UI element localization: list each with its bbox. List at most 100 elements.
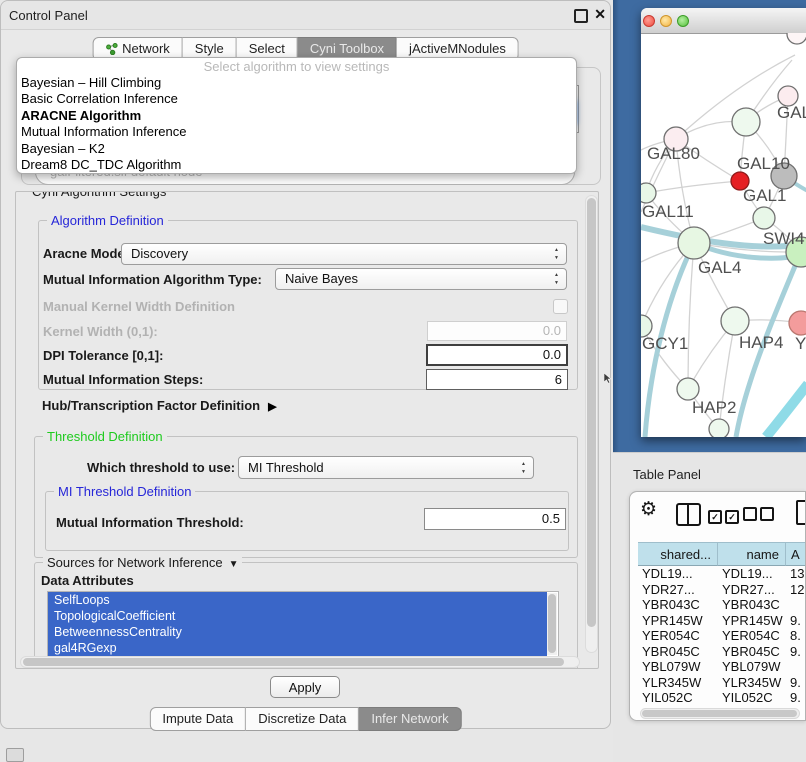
tab-discretize-data[interactable]: Discretize Data [246,707,359,731]
gear-icon[interactable]: ⚙ [640,498,657,520]
table-row[interactable]: YDR27...YDR27...12 [638,582,806,598]
which-threshold-value: MI Threshold [248,460,324,475]
threshold-definition-label: Threshold Definition [43,429,167,444]
bottom-tabstrip: Impute Data Discretize Data Infer Networ… [149,707,461,731]
settings-vertical-scrollbar[interactable] [585,195,598,653]
table-row[interactable]: YBR045CYBR045C9. [638,644,806,660]
control-panel-title: Control Panel [9,8,88,23]
table-row[interactable]: YPR145WYPR145W9. [638,613,806,629]
list-item[interactable]: TopologicalCoefficient [48,608,547,624]
node-hap4 [721,307,749,335]
node-label: Y [795,334,806,353]
dropdown-item[interactable]: Bayesian – Hill Climbing [17,75,576,91]
collapsed-arrow-icon: ▶ [268,400,276,413]
checked-box-icon: ✓ [725,510,739,524]
column-header[interactable]: name [718,542,786,566]
columns-icon[interactable] [676,503,701,526]
which-threshold-label: Which threshold to use: [87,460,235,475]
desktop-background: GAL GAL80 GAL10 GAL1 GAL11 GAL4 SWI4 GCY… [613,0,806,452]
aracne-mode-label: Aracne Mode: [43,246,129,261]
algorithm-dropdown-popup: Select algorithm to view settings Bayesi… [16,57,577,174]
float-panel-icon[interactable] [574,9,588,23]
hub-section-toggle[interactable]: Hub/Transcription Factor Definition ▶ [42,398,277,413]
tab-impute-data[interactable]: Impute Data [149,707,246,731]
document-icon[interactable] [796,500,806,525]
tab-impute-data-label: Impute Data [162,711,233,726]
list-item[interactable]: gal4RGexp [48,640,547,656]
unselect-all-boxes-icon[interactable] [743,507,777,526]
dpi-tolerance-field[interactable]: 0.0 [426,344,568,366]
dropdown-item[interactable]: Bayesian – K2 [17,141,576,157]
data-attributes-list: SelfLoops TopologicalCoefficient Between… [47,591,559,657]
mi-type-value: Naive Bayes [285,271,358,286]
mi-steps-label: Mutual Information Steps: [43,372,203,387]
expanded-arrow-icon: ▼ [229,559,239,570]
kernel-width-label: Kernel Width (0,1): [43,324,158,339]
select-all-checks-icon[interactable]: ✓✓ [708,507,742,525]
window-minimize-button[interactable] [660,15,672,27]
tab-infer-network-label: Infer Network [371,711,448,726]
unchecked-box-icon [760,507,774,521]
kernel-width-field[interactable]: 0.0 [427,321,567,341]
tab-discretize-data-label: Discretize Data [258,711,346,726]
algorithm-definition-group: Algorithm Definition Aracne Mode: Discov… [38,220,578,390]
node-label: GAL1 [743,186,786,205]
network-icon [105,40,118,52]
node-label: SWI4 [763,229,805,248]
manual-kernel-checkbox[interactable] [553,299,568,314]
table-panel-region: Table Panel ⚙ ✓✓ shared... name A YDL19.… [613,452,806,762]
aracne-mode-combo[interactable]: Discovery ▲▼ [121,243,567,265]
table-horizontal-scrollbar[interactable] [640,708,800,719]
table-row[interactable]: YBR043CYBR043C [638,597,806,613]
manual-kernel-label: Manual Kernel Width Definition [43,299,235,314]
control-panel-titlebar: Control Panel ✕ [1,1,610,30]
close-icon[interactable]: ✕ [594,6,606,23]
hub-section-label: Hub/Transcription Factor Definition [42,398,260,413]
tab-style-label: Style [195,41,224,56]
list-item[interactable]: BetweennessCentrality [48,624,547,640]
dropdown-item[interactable]: Mutual Information Inference [17,124,576,140]
window-close-button[interactable] [643,15,655,27]
column-header[interactable]: A [786,542,806,566]
node-label: GAL4 [698,258,741,277]
table-row[interactable]: YLR345WYLR345W9. [638,675,806,691]
dropdown-item[interactable]: Dream8 DC_TDC Algorithm [17,157,576,173]
table-row[interactable]: YDL19...YDL19...13 [638,566,806,582]
node-label: GAL80 [647,144,700,163]
which-threshold-combo[interactable]: MI Threshold ▲▼ [238,456,534,479]
node-label: GAL [777,103,806,122]
node-gal10 [732,108,760,136]
tab-select-label: Select [249,41,285,56]
node [709,419,729,437]
mi-steps-field[interactable]: 6 [426,369,568,390]
mi-threshold-field[interactable]: 0.5 [424,508,566,530]
algorithm-definition-label: Algorithm Definition [47,213,168,228]
tab-network-label: Network [122,41,170,56]
network-view-window: GAL GAL80 GAL10 GAL1 GAL11 GAL4 SWI4 GCY… [641,8,806,437]
node-label: GCY1 [642,334,688,353]
table-row[interactable]: YBL079WYBL079W [638,659,806,675]
dropdown-placeholder: Select algorithm to view settings [17,58,576,75]
dropdown-item-selected[interactable]: ARACNE Algorithm [17,108,576,124]
node-label: HAP2 [692,398,736,417]
sources-group-toggle[interactable]: Sources for Network Inference▼ [43,555,242,570]
list-item[interactable]: SelfLoops [48,592,547,608]
dock-panel-icon[interactable] [6,748,24,762]
mi-threshold-group-label: MI Threshold Definition [54,484,195,499]
mi-type-combo[interactable]: Naive Bayes ▲▼ [275,268,567,290]
network-window-titlebar[interactable] [641,8,806,34]
dropdown-item[interactable]: Basic Correlation Inference [17,91,576,107]
settings-horizontal-scrollbar[interactable] [20,656,580,668]
network-graph: GAL GAL80 GAL10 GAL1 GAL11 GAL4 SWI4 GCY… [641,33,806,437]
list-scrollbar[interactable] [547,593,557,655]
node-label: GAL10 [737,154,790,173]
table-row[interactable]: YIL052CYIL052C9. [638,690,806,705]
column-header[interactable]: shared... [638,542,718,566]
table-row[interactable]: YER054CYER054C8. [638,628,806,644]
apply-button[interactable]: Apply [270,676,340,698]
table-panel-window: ⚙ ✓✓ shared... name A YDL19...YDL19...13… [629,491,806,721]
tab-jactivemnodules-label: jActiveMNodules [409,41,506,56]
window-zoom-button[interactable] [677,15,689,27]
unchecked-box-icon [743,507,757,521]
tab-infer-network[interactable]: Infer Network [359,707,461,731]
